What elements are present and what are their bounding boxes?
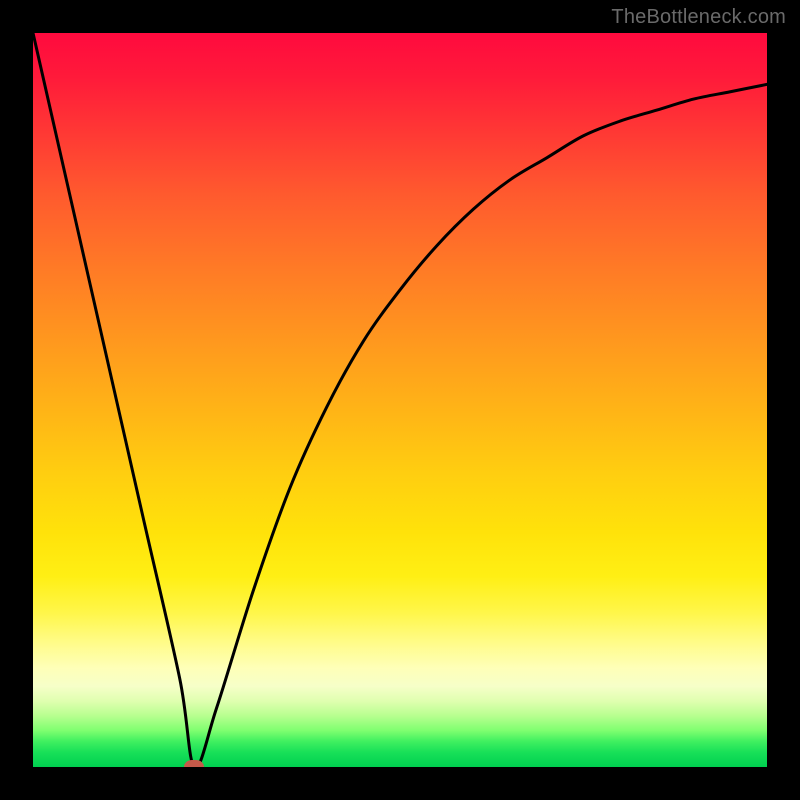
curve-svg <box>33 33 767 767</box>
bottleneck-curve <box>33 33 767 767</box>
optimum-marker <box>184 760 204 767</box>
watermark-text: TheBottleneck.com <box>611 6 786 29</box>
chart-frame: TheBottleneck.com <box>0 0 800 800</box>
plot-area <box>33 33 767 767</box>
